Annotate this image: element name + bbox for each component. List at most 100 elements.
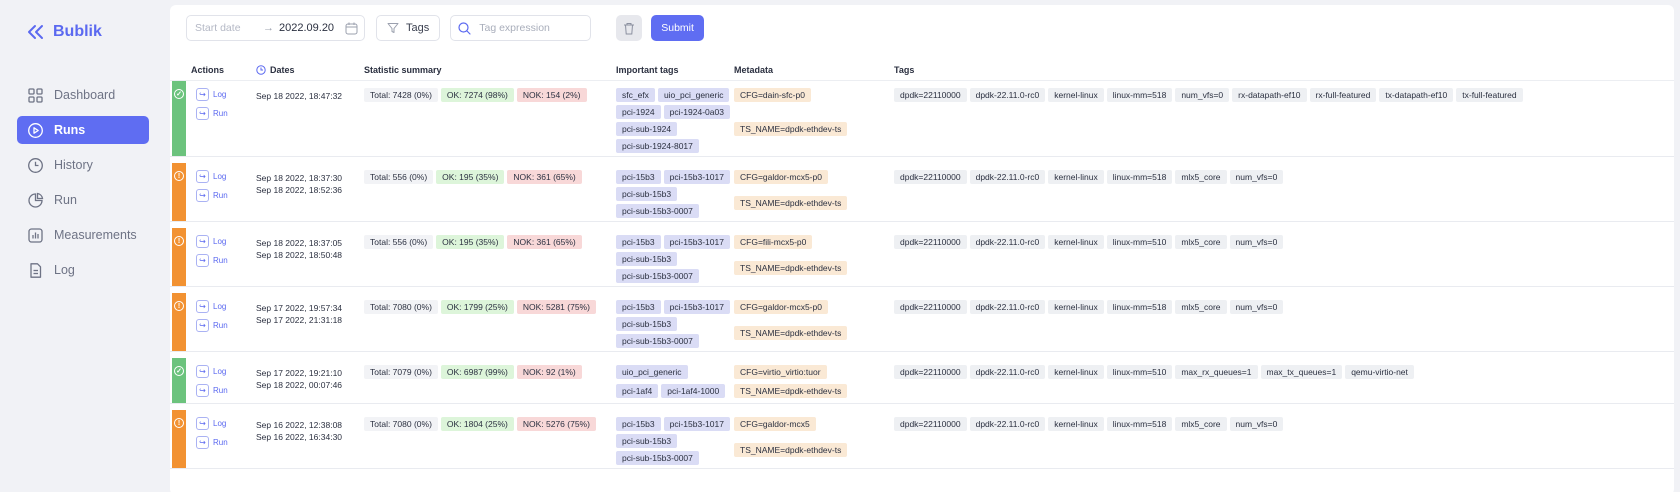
ok-badge[interactable]: OK: 6987 (99%) (440, 365, 514, 379)
tag-chip[interactable]: num_vfs=0 (1229, 235, 1284, 249)
metadata-tag[interactable]: CFG=galdor-mcx5 (734, 417, 816, 431)
sidebar-item-runs[interactable]: Runs (17, 116, 149, 144)
important-tag[interactable]: uio_pci_generic (616, 365, 688, 379)
metadata-tag[interactable]: TS_NAME=dpdk-ethdev-ts (734, 260, 848, 275)
important-tag[interactable]: pci-1924 (616, 105, 661, 119)
important-tag[interactable]: pci-1af4 (616, 384, 659, 398)
important-tag[interactable]: pci-sub-15b3 (616, 317, 678, 331)
log-link[interactable]: ↪ Log (196, 235, 256, 248)
ok-badge[interactable]: OK: 7274 (98%) (440, 88, 514, 102)
metadata-tag[interactable]: CFG=galdor-mcx5-p0 (734, 170, 828, 184)
nok-badge[interactable]: NOK: 154 (2%) (516, 88, 587, 102)
nok-badge[interactable]: NOK: 5281 (75%) (516, 300, 596, 314)
tag-chip[interactable]: rx-datapath-ef10 (1232, 88, 1307, 102)
tag-chip[interactable]: num_vfs=0 (1175, 88, 1230, 102)
log-link[interactable]: ↪ Log (196, 300, 256, 313)
important-tag[interactable]: pci-sub-1924-8017 (616, 139, 699, 153)
tag-chip[interactable]: linux-mm=510 (1106, 365, 1173, 379)
tag-chip[interactable]: kernel-linux (1048, 170, 1104, 184)
tag-chip[interactable]: dpdk-22.11.0-rc0 (969, 88, 1046, 102)
tags-filter-button[interactable]: Tags (376, 15, 441, 41)
nok-badge[interactable]: NOK: 5276 (75%) (516, 417, 596, 431)
sidebar-item-run[interactable]: Run (17, 186, 149, 214)
tag-expression-input[interactable] (479, 22, 580, 34)
run-link[interactable]: ↪ Run (196, 107, 256, 120)
ok-badge[interactable]: OK: 1804 (25%) (440, 417, 514, 431)
tag-chip[interactable]: dpdk-22.11.0-rc0 (969, 170, 1046, 184)
run-link[interactable]: ↪ Run (196, 384, 256, 397)
important-tag[interactable]: pci-1af4-1000 (661, 384, 726, 398)
tag-chip[interactable]: linux-mm=518 (1106, 170, 1173, 184)
metadata-tag[interactable]: TS_NAME=dpdk-ethdev-ts (734, 325, 848, 340)
important-tag[interactable]: pci-15b3-1017 (663, 170, 730, 184)
tag-chip[interactable]: dpdk-22.11.0-rc0 (969, 300, 1046, 314)
important-tag[interactable]: pci-15b3 (616, 417, 661, 431)
tag-chip[interactable]: qemu-virtio-net (1345, 365, 1414, 379)
sidebar-item-log[interactable]: Log (17, 256, 149, 284)
tag-chip[interactable]: dpdk=22110000 (894, 365, 967, 379)
sidebar-item-measurements[interactable]: Measurements (17, 221, 149, 249)
tag-chip[interactable]: mlx5_core (1175, 300, 1227, 314)
tag-chip[interactable]: dpdk=22110000 (894, 235, 967, 249)
metadata-tag[interactable]: CFG=galdor-mcx5-p0 (734, 300, 828, 314)
important-tag[interactable]: pci-15b3-1017 (663, 300, 730, 314)
tag-chip[interactable]: num_vfs=0 (1229, 417, 1284, 431)
run-link[interactable]: ↪ Run (196, 189, 256, 202)
metadata-tag[interactable]: CFG=dain-sfc-p0 (734, 88, 811, 102)
ok-badge[interactable]: OK: 1799 (25%) (440, 300, 514, 314)
tag-chip[interactable]: kernel-linux (1048, 417, 1104, 431)
tag-chip[interactable]: tx-full-featured (1456, 88, 1523, 102)
log-link[interactable]: ↪ Log (196, 417, 256, 430)
sidebar-item-history[interactable]: History (17, 151, 149, 179)
important-tag[interactable]: sfc_efx (616, 88, 655, 102)
nok-badge[interactable]: NOK: 361 (65%) (507, 235, 582, 249)
start-date-field[interactable]: Start date (195, 22, 263, 34)
important-tag[interactable]: pci-1924-0a03 (663, 105, 730, 119)
metadata-tag[interactable]: CFG=fili-mcx5-p0 (734, 235, 813, 249)
important-tag[interactable]: pci-sub-15b3-0007 (616, 451, 699, 465)
tag-chip[interactable]: kernel-linux (1048, 235, 1104, 249)
clear-button[interactable] (616, 15, 643, 41)
tag-chip[interactable]: dpdk=22110000 (894, 417, 967, 431)
important-tag[interactable]: pci-sub-15b3 (616, 434, 678, 448)
tag-chip[interactable]: tx-datapath-ef10 (1379, 88, 1454, 102)
ok-badge[interactable]: OK: 195 (35%) (436, 170, 505, 184)
tag-expression-box[interactable] (450, 15, 592, 41)
metadata-tag[interactable]: TS_NAME=dpdk-ethdev-ts (734, 195, 848, 210)
tag-chip[interactable]: linux-mm=518 (1106, 88, 1173, 102)
tag-chip[interactable]: linux-mm=518 (1106, 300, 1173, 314)
sidebar-item-dashboard[interactable]: Dashboard (17, 81, 149, 109)
important-tag[interactable]: uio_pci_generic (657, 88, 730, 102)
calendar-icon[interactable] (345, 22, 358, 35)
important-tag[interactable]: pci-sub-15b3 (616, 252, 678, 266)
tag-chip[interactable]: mlx5_core (1175, 170, 1227, 184)
tag-chip[interactable]: linux-mm=518 (1106, 417, 1173, 431)
tag-chip[interactable]: mlx5_core (1175, 417, 1227, 431)
tag-chip[interactable]: num_vfs=0 (1229, 170, 1284, 184)
tag-chip[interactable]: kernel-linux (1048, 300, 1104, 314)
metadata-tag[interactable]: TS_NAME=dpdk-ethdev-ts (734, 442, 848, 457)
important-tag[interactable]: pci-15b3 (616, 235, 661, 249)
metadata-tag[interactable]: TS_NAME=dpdk-ethdev-ts (734, 384, 848, 398)
tag-chip[interactable]: rx-full-featured (1309, 88, 1377, 102)
brand[interactable]: Bublik (0, 20, 168, 44)
tag-chip[interactable]: mlx5_core (1175, 235, 1227, 249)
tag-chip[interactable]: dpdk=22110000 (894, 170, 967, 184)
important-tag[interactable]: pci-sub-15b3-0007 (616, 204, 699, 218)
nok-badge[interactable]: NOK: 361 (65%) (507, 170, 582, 184)
run-link[interactable]: ↪ Run (196, 319, 256, 332)
tag-chip[interactable]: max_rx_queues=1 (1175, 365, 1258, 379)
tag-chip[interactable]: num_vfs=0 (1229, 300, 1284, 314)
important-tag[interactable]: pci-sub-15b3-0007 (616, 334, 699, 348)
tag-chip[interactable]: dpdk-22.11.0-rc0 (969, 417, 1046, 431)
submit-button[interactable]: Submit (651, 15, 704, 41)
end-date-field[interactable]: 2022.09.20 (279, 22, 345, 34)
log-link[interactable]: ↪ Log (196, 88, 256, 101)
header-dates[interactable]: Dates (256, 65, 364, 75)
tag-chip[interactable]: dpdk-22.11.0-rc0 (969, 235, 1046, 249)
sort-clock-icon[interactable] (256, 64, 266, 75)
tag-chip[interactable]: max_tx_queues=1 (1260, 365, 1343, 379)
important-tag[interactable]: pci-sub-1924 (616, 122, 678, 136)
important-tag[interactable]: pci-15b3-1017 (663, 417, 730, 431)
important-tag[interactable]: pci-sub-15b3 (616, 187, 678, 201)
